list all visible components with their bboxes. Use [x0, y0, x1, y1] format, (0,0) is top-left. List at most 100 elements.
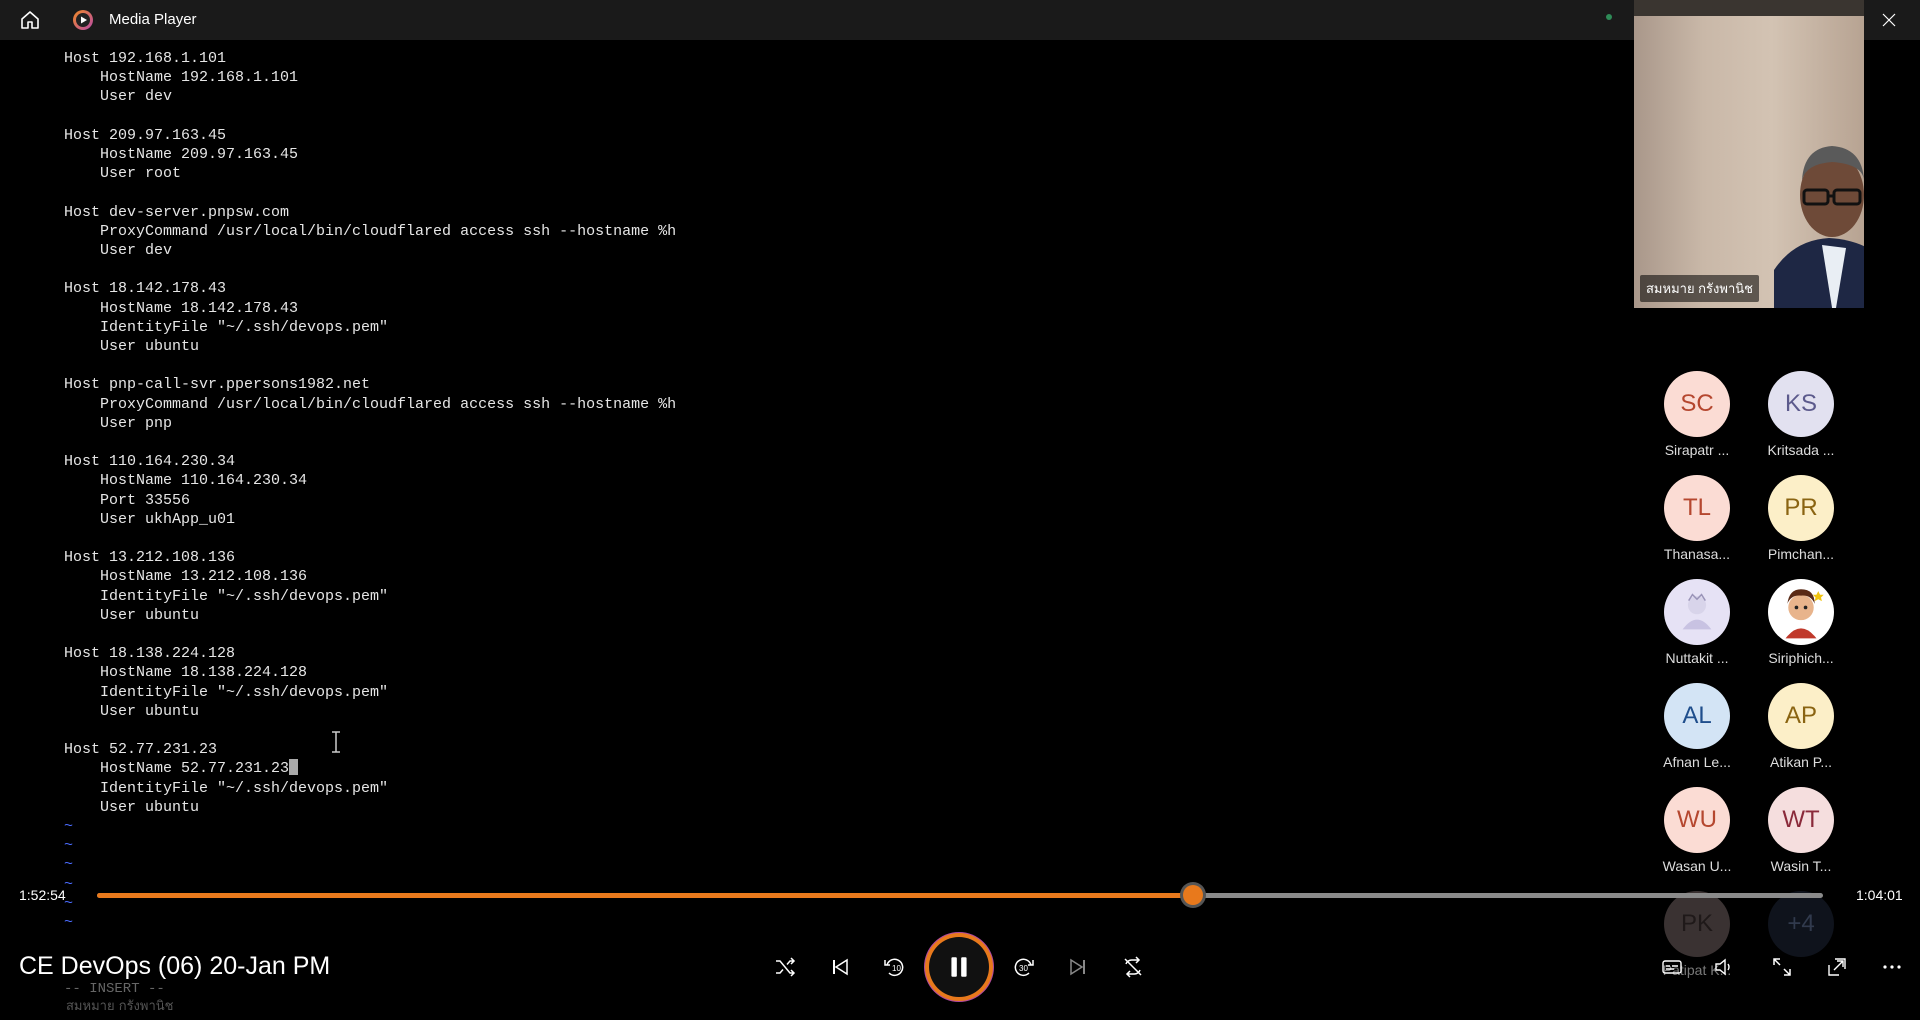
next-icon	[1070, 958, 1085, 976]
participant-tile[interactable]: TL Thanasa...	[1647, 475, 1747, 575]
participant-avatar-image	[1768, 579, 1834, 645]
previous-icon	[833, 958, 848, 976]
volume-button[interactable]	[1712, 955, 1736, 979]
participant-tile[interactable]: SC Sirapatr ...	[1647, 371, 1747, 471]
participant-tile[interactable]: WU Wasan U...	[1647, 787, 1747, 887]
terminal-view: Host 192.168.1.101 HostName 192.168.1.10…	[0, 40, 1630, 931]
participant-avatar: AL	[1664, 683, 1730, 749]
miniplayer-button[interactable]	[1825, 955, 1849, 979]
skip-back-10-button[interactable]: 10	[882, 955, 906, 979]
skip-forward-30-icon: 30	[1014, 958, 1034, 977]
close-button[interactable]	[1866, 4, 1912, 36]
participant-tile[interactable]: Siriphich...	[1751, 579, 1851, 679]
terminal-line: HostName 18.142.178.43	[64, 299, 299, 317]
svg-text:30: 30	[1019, 964, 1028, 973]
terminal-line: IdentityFile "~/.ssh/devops.pem"	[64, 683, 389, 701]
home-icon[interactable]	[18, 8, 42, 32]
repeat-icon	[1124, 956, 1142, 978]
participant-avatar: AP	[1768, 683, 1834, 749]
participant-name: Kritsada ...	[1767, 442, 1835, 458]
terminal-line: User ubuntu	[64, 798, 200, 816]
terminal-line: User root	[64, 165, 182, 183]
terminal-line: Host dev-server.pnpsw.com	[64, 203, 290, 221]
participant-avatar: PR	[1768, 475, 1834, 541]
more-button[interactable]	[1880, 955, 1904, 979]
participant-avatar: WT	[1768, 787, 1834, 853]
remaining-time: 1:04:01	[1856, 887, 1903, 903]
seek-bar-thumb[interactable]	[1183, 885, 1203, 905]
speaker-figure	[1774, 146, 1864, 308]
status-dot	[1606, 14, 1612, 20]
terminal-line: User ukhApp_u01	[64, 510, 236, 528]
text-cursor-block	[289, 759, 299, 776]
repeat-button[interactable]	[1121, 955, 1145, 979]
terminal-line: User dev	[64, 88, 173, 106]
terminal-line: HostName 209.97.163.45	[64, 146, 299, 163]
terminal-line: IdentityFile "~/.ssh/devops.pem"	[64, 779, 389, 797]
participant-name: Atikan P...	[1769, 754, 1832, 770]
previous-button[interactable]	[828, 955, 852, 979]
terminal-line: Host pnp-call-svr.ppersons1982.net	[64, 376, 371, 394]
vim-empty-line-marker: ~	[64, 837, 74, 855]
terminal-line: Host 18.142.178.43	[64, 280, 227, 298]
captions-icon	[1662, 960, 1682, 974]
window-title: Media Player	[109, 11, 197, 28]
more-icon	[1883, 965, 1901, 969]
participant-avatar: WU	[1664, 787, 1730, 853]
participant-tile[interactable]: PR Pimchan...	[1751, 475, 1851, 575]
terminal-line: Host 192.168.1.101	[64, 50, 227, 67]
participant-tile[interactable]: Nuttakit ...	[1647, 579, 1747, 679]
volume-icon	[1715, 958, 1730, 976]
vim-empty-line-marker: ~	[64, 856, 74, 874]
terminal-line: IdentityFile "~/.ssh/devops.pem"	[64, 587, 389, 605]
participant-name: Thanasa...	[1663, 546, 1731, 562]
terminal-line: Host 13.212.108.136	[64, 549, 236, 567]
terminal-line: ProxyCommand /usr/local/bin/cloudflared …	[64, 395, 677, 413]
terminal-line: Host 209.97.163.45	[64, 126, 227, 144]
participant-tile[interactable]: AP Atikan P...	[1751, 683, 1851, 783]
fullscreen-icon	[1773, 958, 1791, 976]
terminal-line: HostName 13.212.108.136	[64, 568, 308, 586]
participant-avatar: TL	[1664, 475, 1730, 541]
fullscreen-button[interactable]	[1770, 955, 1794, 979]
terminal-line: HostName 192.168.1.101	[64, 69, 299, 87]
title-bar: Media Player	[0, 0, 1920, 40]
terminal-line: Host 52.77.231.23	[64, 741, 218, 759]
pause-icon	[951, 957, 967, 977]
participant-tile[interactable]: WT Wasin T...	[1751, 787, 1851, 887]
terminal-line: User ubuntu	[64, 606, 200, 624]
vim-empty-line-marker: ~	[64, 818, 74, 835]
terminal-line: Port 33556	[64, 491, 191, 509]
participant-name: Nuttakit ...	[1665, 650, 1729, 666]
participant-name: Wasin T...	[1770, 858, 1832, 874]
elapsed-time: 1:52:54	[19, 887, 66, 903]
terminal-line: HostName 110.164.230.34	[64, 472, 308, 490]
shuffle-button[interactable]	[773, 955, 797, 979]
participant-name: Siriphich...	[1768, 650, 1834, 666]
terminal-line: Host 110.164.230.34	[64, 453, 236, 471]
terminal-line: ProxyCommand /usr/local/bin/cloudflared …	[64, 222, 677, 240]
next-button[interactable]	[1066, 955, 1090, 979]
seek-bar[interactable]	[97, 885, 1823, 905]
skip-forward-30-button[interactable]: 30	[1012, 955, 1036, 979]
participant-avatar-image	[1664, 579, 1730, 645]
text-cursor-icon	[332, 731, 340, 753]
participant-name: Wasan U...	[1662, 858, 1732, 874]
participant-name: Afnan Le...	[1663, 754, 1731, 770]
captions-button[interactable]	[1660, 955, 1684, 979]
pause-button[interactable]	[929, 937, 989, 997]
media-player-logo-icon	[72, 9, 94, 31]
terminal-line: User ubuntu	[64, 338, 200, 355]
close-icon	[1882, 13, 1896, 27]
terminal-line: Host 18.138.224.128	[64, 645, 236, 663]
participant-avatar: SC	[1664, 371, 1730, 437]
participant-tile[interactable]: KS Kritsada ...	[1751, 371, 1851, 471]
participant-tile[interactable]: AL Afnan Le...	[1647, 683, 1747, 783]
skip-back-10-icon: 10	[884, 958, 904, 977]
shuffle-icon	[776, 957, 796, 977]
svg-text:10: 10	[892, 964, 901, 973]
media-title: CE DevOps (06) 20-Jan PM	[19, 952, 331, 980]
miniplayer-icon	[1828, 958, 1846, 976]
terminal-line: IdentityFile "~/.ssh/devops.pem"	[64, 318, 389, 336]
terminal-line: User pnp	[64, 414, 173, 432]
